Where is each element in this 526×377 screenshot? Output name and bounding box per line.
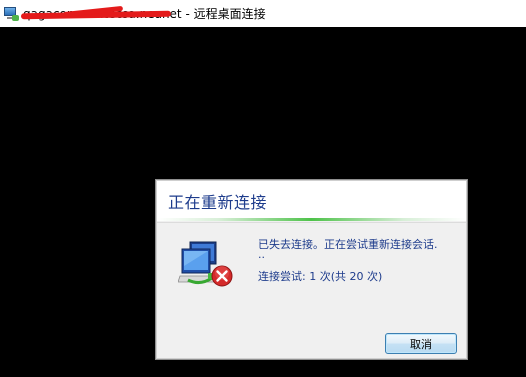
title-bar[interactable]: qagacomencitecsa.neanet - 远程桌面连接 <box>0 0 526 27</box>
reconnect-progress-bar <box>157 218 466 221</box>
window-title-host: qagacomencitecsa.neanet <box>20 5 182 21</box>
remote-desktop-window: qagacomencitecsa.neanet - 远程桌面连接 正在重新连接 <box>0 0 526 377</box>
cancel-button[interactable]: 取消 <box>385 333 457 354</box>
window-title-suffix: - 远程桌面连接 <box>181 7 266 21</box>
window-title: qagacomencitecsa.neanet - 远程桌面连接 <box>20 5 266 22</box>
disconnect-message: 已失去连接。正在尝试重新连接会话. .. <box>258 238 438 262</box>
disconnected-computer-icon <box>178 241 233 287</box>
remote-desktop-icon <box>3 6 19 22</box>
reconnecting-dialog: 正在重新连接 已失去连接。正在尝试重新连接会话. .. 连接尝试: 1 次(共 … <box>155 179 468 360</box>
dialog-title: 正在重新连接 <box>168 193 268 212</box>
dialog-header: 正在重新连接 <box>157 181 466 221</box>
disconnect-message-dots: .. <box>258 248 265 261</box>
header-divider <box>157 222 466 223</box>
attempt-count-text: 连接尝试: 1 次(共 20 次) <box>258 270 383 283</box>
disconnect-message-line: 已失去连接。正在尝试重新连接会话. <box>258 238 438 251</box>
